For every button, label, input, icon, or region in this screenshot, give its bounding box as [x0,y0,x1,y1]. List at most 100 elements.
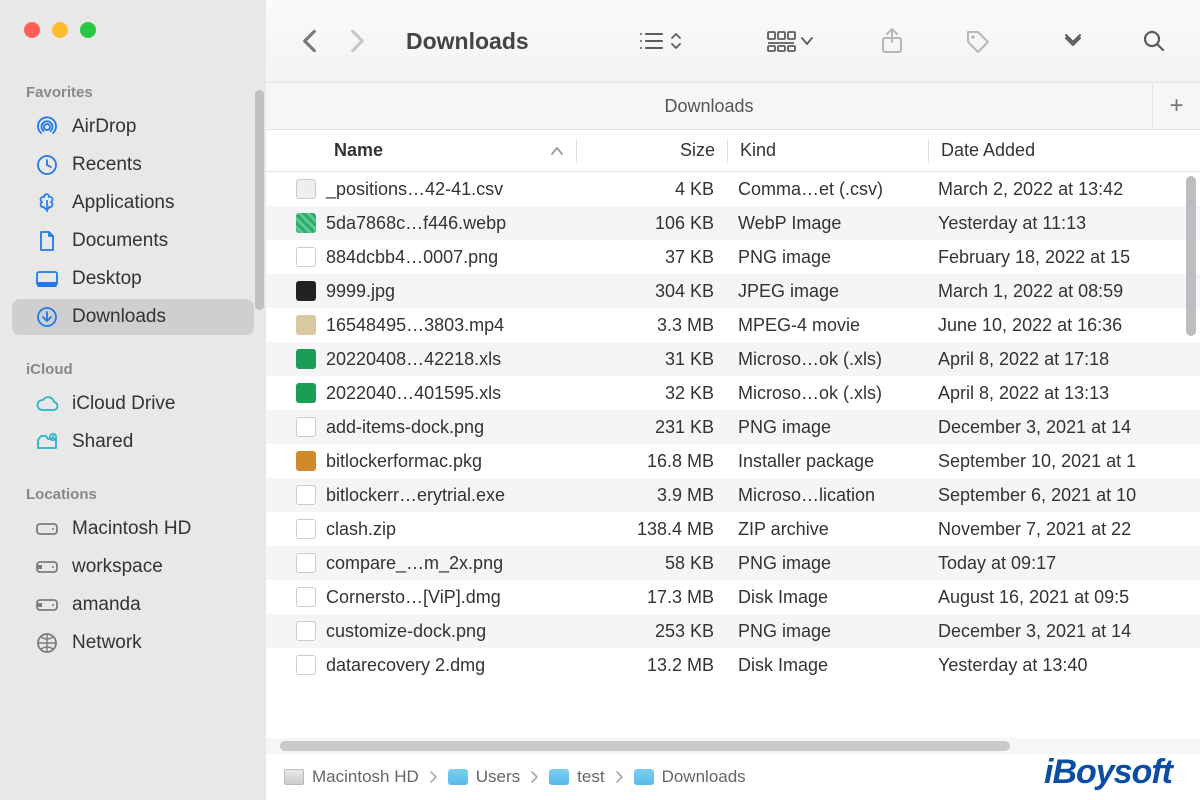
file-icon [296,179,316,199]
file-date: August 16, 2021 at 09:5 [926,587,1200,608]
share-button[interactable] [876,24,908,58]
sidebar-section-title: Favorites [0,70,266,107]
file-row[interactable]: 2022040…401595.xls32 KBMicroso…ok (.xls)… [266,376,1200,410]
breadcrumb-downloads[interactable]: Downloads [634,767,746,787]
tab-downloads[interactable]: Downloads [266,96,1152,117]
horizontal-scrollbar-thumb[interactable] [280,741,1010,751]
sidebar-item-downloads[interactable]: Downloads [12,299,254,335]
sidebar-item-airdrop[interactable]: AirDrop [12,109,254,145]
file-row[interactable]: bitlockerr…erytrial.exe3.9 MBMicroso…lic… [266,478,1200,512]
folder-icon [634,769,654,785]
doc-icon [34,230,60,252]
file-date: February 18, 2022 at 15 [926,247,1200,268]
file-name: bitlockerformac.pkg [326,451,482,472]
file-kind: Microso…lication [726,485,926,506]
file-icon [296,247,316,267]
file-name: 16548495…3803.mp4 [326,315,504,336]
file-name: 20220408…42218.xls [326,349,501,370]
sidebar-item-icloud-drive[interactable]: iCloud Drive [12,386,254,422]
file-size: 31 KB [576,349,726,370]
back-button[interactable] [296,28,322,54]
file-row[interactable]: 884dcbb4…0007.png37 KBPNG imageFebruary … [266,240,1200,274]
sidebar: Favorites AirDrop RecentsApplications Docum… [0,0,266,800]
breadcrumb-test[interactable]: test [549,767,604,787]
column-header-size[interactable]: Size [577,140,727,161]
sidebar-section-title: iCloud [0,337,266,384]
file-date: June 10, 2022 at 16:36 [926,315,1200,336]
file-row[interactable]: _positions…42-41.csv4 KBComma…et (.csv)M… [266,172,1200,206]
watermark: iBoysoft [1044,753,1172,792]
more-button[interactable] [1058,30,1088,52]
zoom-window-button[interactable] [80,22,96,38]
sidebar-item-shared[interactable]: Shared [12,424,254,460]
chevron-down-icon [800,36,814,46]
file-name: datarecovery 2.dmg [326,655,485,676]
file-name: 9999.jpg [326,281,395,302]
sidebar-item-label: Documents [72,230,168,252]
file-size: 138.4 MB [576,519,726,540]
file-kind: MPEG-4 movie [726,315,926,336]
close-window-button[interactable] [24,22,40,38]
sidebar-item-label: iCloud Drive [72,393,175,415]
sidebar-item-label: workspace [72,556,163,578]
breadcrumb-users[interactable]: Users [448,767,520,787]
new-tab-button[interactable]: + [1152,83,1200,129]
file-kind: Installer package [726,451,926,472]
file-row[interactable]: compare_…m_2x.png58 KBPNG imageToday at … [266,546,1200,580]
file-size: 13.2 MB [576,655,726,676]
file-kind: PNG image [726,621,926,642]
file-row[interactable]: 20220408…42218.xls 31 KBMicroso…ok (.xls)… [266,342,1200,376]
sidebar-item-network[interactable]: Network [12,625,254,661]
file-row[interactable]: 16548495…3803.mp43.3 MBMPEG-4 movieJune … [266,308,1200,342]
group-by-button[interactable] [762,26,818,56]
sidebar-item-applications[interactable]: Applications [12,185,254,221]
breadcrumb-label: Downloads [662,767,746,787]
column-header-name[interactable]: Name [266,140,576,161]
view-mode-button[interactable] [634,26,686,56]
file-row[interactable]: Cornersto…[ViP].dmg17.3 MBDisk ImageAugu… [266,580,1200,614]
globe-icon [34,632,60,654]
forward-button[interactable] [344,28,370,54]
file-row[interactable]: add-items-dock.png231 KBPNG imageDecembe… [266,410,1200,444]
breadcrumb-macintosh-hd[interactable]: Macintosh HD [284,767,419,787]
column-header-kind[interactable]: Kind [728,140,928,161]
file-kind: Microso…ok (.xls) [726,349,926,370]
sidebar-item-workspace[interactable]: workspace [12,549,254,585]
file-row[interactable]: 9999.jpg304 KBJPEG imageMarch 1, 2022 at… [266,274,1200,308]
file-kind: Disk Image [726,587,926,608]
folder-icon [448,769,468,785]
sidebar-item-label: Downloads [72,306,166,328]
file-row[interactable]: bitlockerformac.pkg16.8 MBInstaller pack… [266,444,1200,478]
disk-icon [284,769,304,785]
file-size: 58 KB [576,553,726,574]
sidebar-item-recents[interactable]: Recents [12,147,254,183]
file-name: customize-dock.png [326,621,486,642]
file-kind: PNG image [726,417,926,438]
file-row[interactable]: datarecovery 2.dmg13.2 MBDisk ImageYeste… [266,648,1200,682]
file-row[interactable]: 5da7868c…f446.webp106 KBWebP ImageYester… [266,206,1200,240]
sidebar-item-amanda[interactable]: amanda [12,587,254,623]
sidebar-item-macintosh-hd[interactable]: Macintosh HD [12,511,254,547]
sidebar-item-documents[interactable]: Documents [12,223,254,259]
file-icon [296,383,316,403]
sidebar-item-label: AirDrop [72,116,136,138]
file-date: Yesterday at 13:40 [926,655,1200,676]
file-row[interactable]: clash.zip138.4 MBZIP archiveNovember 7, … [266,512,1200,546]
search-button[interactable] [1138,25,1170,57]
download-icon [34,306,60,328]
file-list-scrollbar[interactable] [1186,176,1196,336]
sidebar-section-title: Locations [0,462,266,509]
tags-button[interactable] [960,24,994,58]
file-icon [296,417,316,437]
sidebar-scrollbar[interactable] [255,90,264,310]
horizontal-scrollbar-track[interactable] [266,738,1200,754]
file-icon [296,587,316,607]
chevron-updown-icon [670,31,682,51]
file-icon [296,281,316,301]
file-row[interactable]: customize-dock.png253 KBPNG imageDecembe… [266,614,1200,648]
file-date: September 10, 2021 at 1 [926,451,1200,472]
file-size: 32 KB [576,383,726,404]
minimize-window-button[interactable] [52,22,68,38]
sidebar-item-desktop[interactable]: Desktop [12,261,254,297]
column-header-date[interactable]: Date Added [929,140,1200,161]
